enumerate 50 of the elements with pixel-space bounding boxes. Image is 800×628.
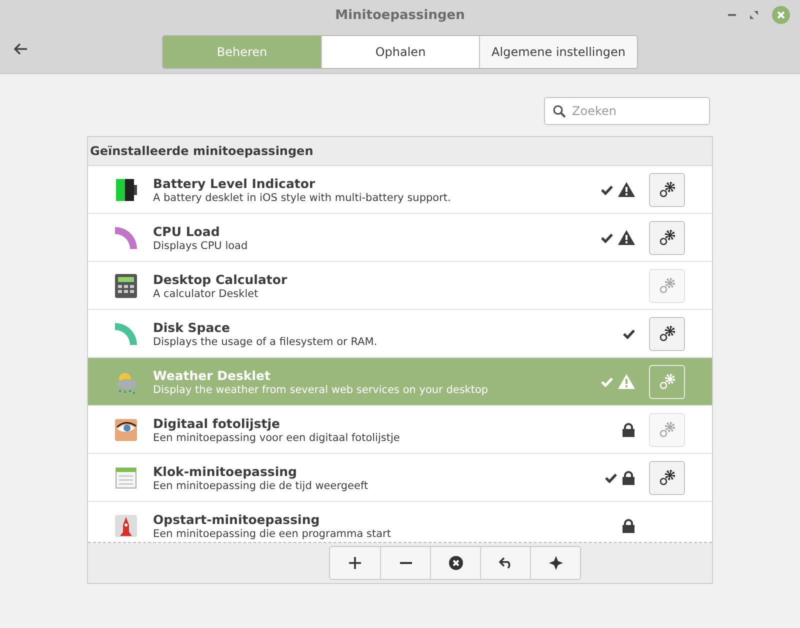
applet-name: Disk Space [153,320,232,334]
applet-description: A battery desklet in iOS style with multi-battery support. [153,192,452,204]
back-button[interactable] [12,41,30,57]
applet-description: Displays the usage of a filesystem or RAM. [153,336,378,348]
applet-name: Battery Level Indicator [153,176,316,190]
applet-name: Klok-minitoepassing [153,464,298,478]
configure-button[interactable] [649,172,685,206]
x-circle-icon [448,556,462,570]
gears-icon [658,228,676,246]
gears-icon [658,372,676,390]
plus-icon [349,557,361,569]
applet-description: A calculator Desklet [153,288,260,300]
applet-name: Digitaal fotolijstje [153,416,281,430]
tab[interactable]: Algemene instellingen [479,36,637,68]
configure-button[interactable] [649,220,685,254]
gears-icon [658,180,676,198]
battery-icon [113,176,139,202]
rocket-icon [113,512,139,538]
gears-icon [658,276,676,294]
applet-name: Opstart-minitoepassing [153,512,321,526]
configure-button[interactable] [649,460,685,494]
applet-description: Displays CPU load [153,240,249,252]
clear-button[interactable] [430,547,480,579]
minus-icon [400,562,412,564]
calculator-icon [113,272,139,298]
sparkle-icon [548,556,562,570]
restore-icon[interactable] [750,11,758,19]
add-button[interactable] [330,547,380,579]
gears-icon [658,324,676,342]
undo-icon [498,557,512,569]
gears-icon [658,420,676,438]
arc-icon [113,320,139,346]
more-button[interactable] [530,547,580,579]
undo-button[interactable] [480,547,530,579]
arc-icon [113,224,139,250]
applet-description: Display the weather from several web services on your desktop [153,384,490,396]
gears-icon [658,468,676,486]
calendar-icon [113,464,139,490]
applet-description: Een minitoepassing voor een digitaal fotolijstje [153,432,401,444]
eye-icon [113,416,139,442]
applet-name: Desktop Calculator [153,272,288,286]
configure-button[interactable] [649,316,685,350]
applet-name: Weather Desklet [153,368,272,382]
applet-name: CPU Load [153,224,221,238]
search-field[interactable]: Zoeken [544,97,710,125]
applet-description: Een minitoepassing die de tijd weergeeft [153,480,370,492]
list-heading: Geïnstalleerde minitoepassingen [88,137,712,166]
applet-description: Een minitoepassing die een programma start [153,528,392,540]
window-title: Minitoepassingen [335,8,465,22]
tab[interactable]: Ophalen [321,36,479,68]
